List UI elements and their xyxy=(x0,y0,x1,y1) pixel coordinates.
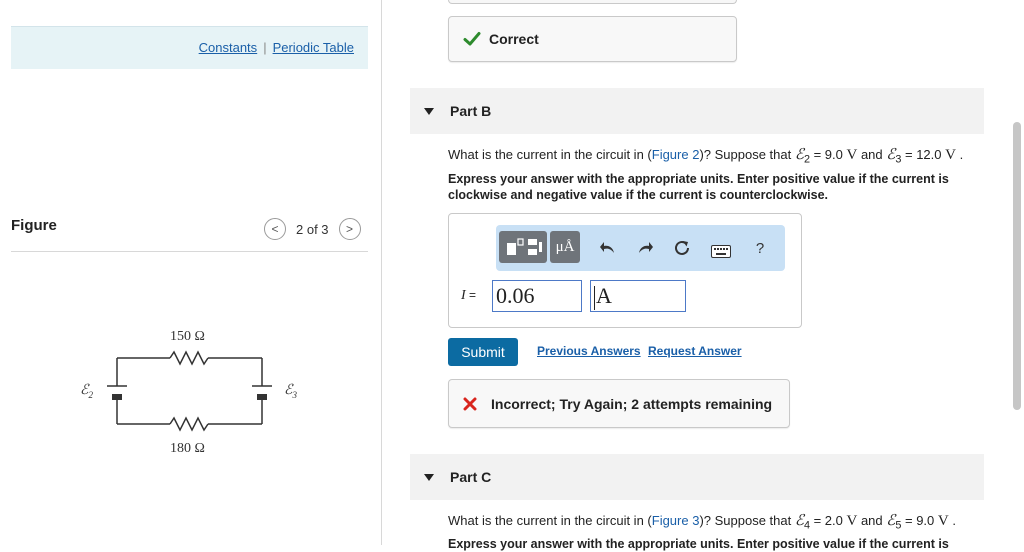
request-answer-link[interactable]: Request Answer xyxy=(648,344,742,358)
reset-icon[interactable] xyxy=(671,237,693,259)
circuit-wires xyxy=(116,350,263,432)
templates-button[interactable] xyxy=(499,231,547,263)
part-b-title: Part B xyxy=(450,103,492,119)
incorrect-feedback-box: Incorrect; Try Again; 2 attempts remaini… xyxy=(448,379,790,428)
circuit-diagram: 150 Ω 180 Ω ℰ2 ℰ3 xyxy=(80,329,297,456)
incorrect-feedback-text: Incorrect; Try Again; 2 attempts remaini… xyxy=(491,395,773,412)
figure-page-indicator: 2 of 3 xyxy=(296,221,329,237)
prev-figure-button[interactable]: < xyxy=(264,218,286,240)
next-figure-button[interactable]: > xyxy=(338,218,361,240)
resources-bar: Constants | Periodic Table xyxy=(11,26,368,69)
resource-links: Constants | Periodic Table xyxy=(199,40,354,55)
correct-feedback-text: Correct xyxy=(489,31,539,47)
figure-2-link[interactable]: Figure 2 xyxy=(652,147,700,162)
figure-divider xyxy=(11,251,368,252)
constants-link[interactable]: Constants xyxy=(199,40,258,55)
right-source-label: ℰ3 xyxy=(284,383,297,400)
keyboard-icon[interactable] xyxy=(710,240,732,262)
figure-heading: Figure xyxy=(11,217,57,234)
part-b-question: What is the current in the circuit in (F… xyxy=(448,147,964,166)
figure-3-link[interactable]: Figure 3 xyxy=(652,513,700,528)
page-scrollbar[interactable] xyxy=(1013,122,1021,410)
checkmark-icon xyxy=(463,32,481,46)
bottom-resistor-label: 180 Ω xyxy=(170,441,205,456)
math-toolbar: μÅ ? xyxy=(496,225,785,271)
previous-feedback-box-edge xyxy=(448,0,737,4)
x-mark-icon xyxy=(463,397,477,410)
right-battery-symbol xyxy=(252,385,272,400)
part-c-title: Part C xyxy=(450,469,492,485)
submit-button[interactable]: Submit xyxy=(448,338,518,366)
answer-panel: μÅ ? I = 0.06 A xyxy=(448,213,802,328)
part-b-instructions: Express your answer with the appropriate… xyxy=(448,172,949,202)
answer-variable-label: I = xyxy=(461,288,477,303)
right-panel: Correct Part B What is the current in th… xyxy=(382,0,1012,551)
top-resistor-label: 150 Ω xyxy=(170,329,205,344)
periodic-table-link[interactable]: Periodic Table xyxy=(273,40,354,55)
answer-unit-input[interactable]: A xyxy=(590,280,686,312)
redo-icon[interactable] xyxy=(634,237,656,259)
help-icon[interactable]: ? xyxy=(749,237,771,259)
correct-feedback-box: Correct xyxy=(448,16,737,62)
figure-pager: < 2 of 3 > xyxy=(264,217,361,241)
left-battery-symbol xyxy=(107,385,127,400)
units-button[interactable]: μÅ xyxy=(550,231,580,263)
part-c-instructions: Express your answer with the appropriate… xyxy=(448,537,949,551)
answer-value-input[interactable]: 0.06 xyxy=(492,280,582,312)
top-resistor-symbol xyxy=(169,350,209,366)
left-panel: Constants | Periodic Table Figure < 2 of 3… xyxy=(0,0,380,545)
left-source-label: ℰ2 xyxy=(80,383,93,400)
collapse-triangle-icon[interactable] xyxy=(424,107,434,115)
part-c-question: What is the current in the circuit in (F… xyxy=(448,513,956,532)
templates-icon xyxy=(507,238,542,255)
link-separator: | xyxy=(263,40,267,55)
previous-answers-link[interactable]: Previous Answers xyxy=(537,344,641,358)
text-cursor xyxy=(594,285,595,310)
bottom-resistor-symbol xyxy=(169,416,209,432)
part-c-header[interactable]: Part C xyxy=(410,454,984,500)
undo-icon[interactable] xyxy=(597,237,619,259)
collapse-triangle-icon[interactable] xyxy=(424,473,434,481)
part-b-header[interactable]: Part B xyxy=(410,88,984,134)
